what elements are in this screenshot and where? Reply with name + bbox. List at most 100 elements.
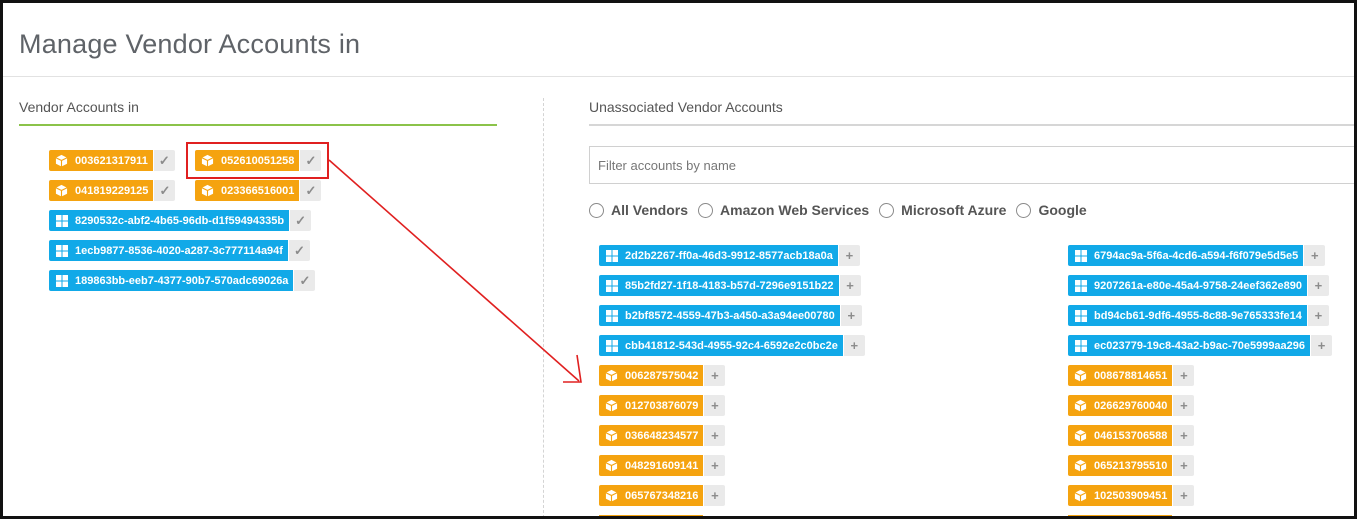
radio-circle-icon[interactable]	[879, 202, 895, 218]
account-label: 012703876079	[625, 399, 699, 412]
account-chip: ec023779-19c8-43a2-b9ac-70e5999aa296	[1068, 335, 1311, 356]
associated-account-tag: 003621317911 ✓	[49, 150, 175, 171]
account-chip: 048291609141	[599, 455, 704, 476]
add-account-button[interactable]: +	[704, 485, 726, 506]
account-label: 006287575042	[625, 369, 699, 382]
package-icon	[1074, 429, 1087, 442]
account-chip: 006287575042	[599, 365, 704, 386]
remove-account-button[interactable]: ✓	[154, 180, 176, 201]
windows-icon	[55, 244, 68, 257]
unassociated-account-tag: 012703876079 +	[599, 395, 726, 416]
package-icon	[605, 489, 618, 502]
windows-icon	[1074, 339, 1087, 352]
add-account-button[interactable]: +	[704, 455, 726, 476]
add-account-button[interactable]: +	[838, 245, 860, 266]
account-chip: 026629760040	[1068, 395, 1173, 416]
account-label: 9207261a-e80e-45a4-9758-24eef362e890	[1094, 279, 1302, 292]
package-icon	[55, 184, 68, 197]
package-icon	[55, 154, 68, 167]
remove-account-button[interactable]: ✓	[294, 270, 316, 291]
add-account-button[interactable]: +	[1173, 485, 1195, 506]
radio-label: All Vendors	[611, 202, 689, 218]
add-account-button[interactable]: +	[1307, 305, 1329, 326]
radio-microsoft-azure[interactable]: Microsoft Azure	[879, 202, 1006, 218]
account-label: 026629760040	[1094, 399, 1168, 412]
account-label: 003621317911	[75, 154, 148, 167]
radio-circle-icon[interactable]	[698, 202, 714, 218]
remove-account-button[interactable]: ✓	[288, 240, 310, 261]
account-label: 189863bb-eeb7-4377-90b7-570adc69026a	[75, 274, 289, 287]
windows-icon	[605, 309, 618, 322]
add-account-button[interactable]: +	[704, 425, 726, 446]
unassociated-account-tag: 2d2b2267-ff0a-46d3-9912-8577acb18a0a +	[599, 245, 860, 266]
remove-account-button[interactable]: ✓	[153, 150, 175, 171]
account-chip: cbb41812-543d-4955-92c4-6592e2c0bc2e	[599, 335, 843, 356]
unassociated-accounts-heading: Unassociated Vendor Accounts	[589, 99, 783, 115]
windows-icon	[605, 339, 618, 352]
account-chip: 1ecb9877-8536-4020-a287-3c777114a94f	[49, 240, 288, 261]
add-account-button[interactable]: +	[1307, 275, 1329, 296]
account-chip: 2d2b2267-ff0a-46d3-9912-8577acb18a0a	[599, 245, 838, 266]
package-icon	[605, 429, 618, 442]
add-account-button[interactable]: +	[1311, 335, 1333, 356]
add-account-button[interactable]: +	[1173, 395, 1195, 416]
account-label: 041819229125	[75, 184, 149, 197]
unassociated-account-tag: cbb41812-543d-4955-92c4-6592e2c0bc2e +	[599, 335, 865, 356]
account-label: 102503909451	[1094, 489, 1168, 502]
account-label: 065767348216	[625, 489, 699, 502]
vendor-accounts-underline	[19, 124, 497, 126]
unassociated-account-tag: ec023779-19c8-43a2-b9ac-70e5999aa296 +	[1068, 335, 1333, 356]
add-account-button[interactable]: +	[704, 395, 726, 416]
page-title: Manage Vendor Accounts in	[19, 29, 361, 59]
annotation-highlight-box	[186, 142, 329, 179]
add-account-button[interactable]: +	[843, 335, 865, 356]
account-chip: 046153706588	[1068, 425, 1173, 446]
windows-icon	[605, 249, 618, 262]
add-account-button[interactable]: +	[1173, 365, 1195, 386]
remove-account-button[interactable]: ✓	[300, 180, 322, 201]
radio-label: Google	[1038, 202, 1087, 218]
windows-icon	[1074, 249, 1087, 262]
windows-icon	[1074, 309, 1087, 322]
account-label: 036648234577	[625, 429, 699, 442]
account-label: 1ecb9877-8536-4020-a287-3c777114a94f	[75, 244, 283, 257]
radio-all-vendors[interactable]: All Vendors	[589, 202, 688, 218]
unassociated-account-tag: 065767348216 +	[599, 485, 726, 506]
unassociated-account-tag: 008678814651 +	[1068, 365, 1195, 386]
account-label: 8290532c-abf2-4b65-96db-d1f59494335b	[75, 214, 285, 227]
unassociated-account-tag: 046153706588 +	[1068, 425, 1195, 446]
account-chip: 9207261a-e80e-45a4-9758-24eef362e890	[1068, 275, 1307, 296]
account-chip: 008678814651	[1068, 365, 1173, 386]
add-account-button[interactable]: +	[840, 305, 862, 326]
unassociated-account-tag: 102503909451 +	[1068, 485, 1195, 506]
add-account-button[interactable]: +	[839, 275, 861, 296]
radio-amazon-web-services[interactable]: Amazon Web Services	[698, 202, 869, 218]
unassociated-account-tag: 048291609141 +	[599, 455, 726, 476]
account-label: 6794ac9a-5f6a-4cd6-a594-f6f079e5d5e5	[1094, 249, 1299, 262]
account-label: 2d2b2267-ff0a-46d3-9912-8577acb18a0a	[625, 249, 833, 262]
filter-accounts-input[interactable]	[589, 146, 1354, 184]
account-chip: 041819229125	[49, 180, 154, 201]
radio-circle-icon[interactable]	[589, 202, 604, 218]
add-account-button[interactable]: +	[1173, 425, 1195, 446]
account-chip: 189863bb-eeb7-4377-90b7-570adc69026a	[49, 270, 294, 291]
unassociated-account-tag: 036648234577 +	[599, 425, 726, 446]
package-icon	[605, 369, 618, 382]
title-divider	[3, 76, 1354, 77]
account-label: bd94cb61-9df6-4955-8c88-9e765333fe14	[1094, 309, 1302, 322]
partial-account-chip	[599, 515, 703, 516]
associated-account-tag: 1ecb9877-8536-4020-a287-3c777114a94f ✓	[49, 240, 310, 261]
radio-label: Microsoft Azure	[901, 202, 1007, 218]
add-account-button[interactable]: +	[704, 365, 726, 386]
associated-account-tag: 8290532c-abf2-4b65-96db-d1f59494335b ✓	[49, 210, 312, 231]
account-label: ec023779-19c8-43a2-b9ac-70e5999aa296	[1094, 339, 1306, 352]
window-frame: Manage Vendor Accounts in Vendor Account…	[0, 0, 1357, 519]
unassociated-account-tag: 6794ac9a-5f6a-4cd6-a594-f6f079e5d5e5 +	[1068, 245, 1326, 266]
account-chip: 065767348216	[599, 485, 704, 506]
add-account-button[interactable]: +	[1173, 455, 1195, 476]
radio-circle-icon[interactable]	[1016, 202, 1032, 218]
add-account-button[interactable]: +	[1304, 245, 1326, 266]
radio-google[interactable]: Google	[1016, 202, 1087, 218]
account-label: cbb41812-543d-4955-92c4-6592e2c0bc2e	[625, 339, 838, 352]
remove-account-button[interactable]: ✓	[290, 210, 312, 231]
